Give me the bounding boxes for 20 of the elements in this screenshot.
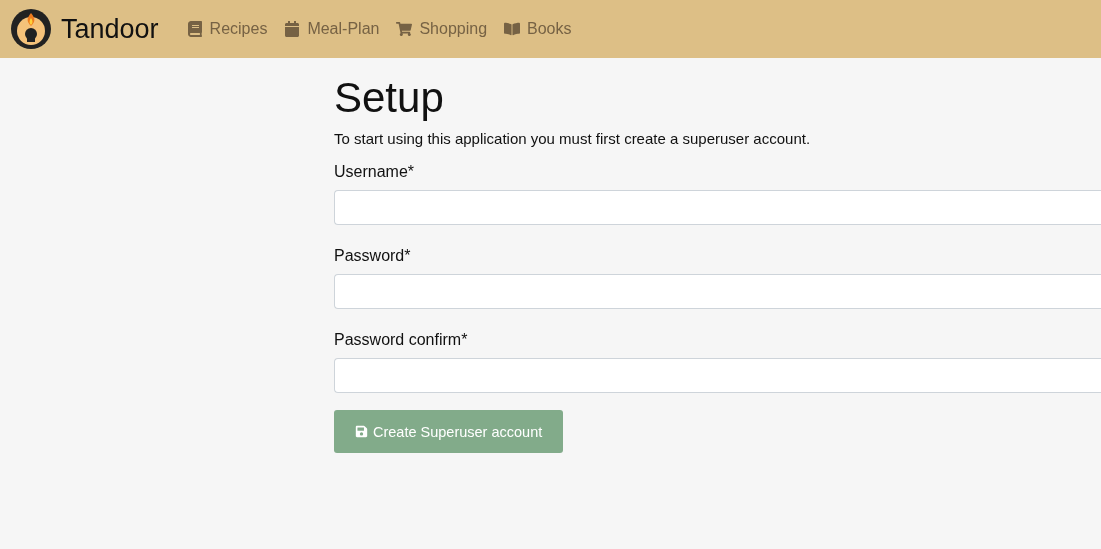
field-label: Password confirm* [334,331,469,349]
cart-icon [396,21,413,37]
page-title: Setup [334,74,445,122]
save-icon [355,425,368,438]
field-label: Password* [334,247,412,265]
brand-name: Tandoor [61,13,159,45]
open-book-icon [504,21,521,37]
logo-icon [11,9,51,49]
input-field[interactable] [334,190,1101,225]
calendar-icon [284,21,301,37]
book-icon [186,21,203,37]
create-account-button[interactable]: Create Superuser account [334,410,564,453]
input-field[interactable] [334,358,1101,393]
nav-link[interactable]: Books [504,20,572,38]
intro-text: To start using this application you must first create a superuser account. [334,130,812,147]
input-field[interactable] [334,274,1101,309]
nav-link[interactable]: Recipes [186,20,268,38]
field-label: Username* [334,163,416,181]
nav-link[interactable]: Shopping [396,20,488,38]
nav-link[interactable]: Meal-Plan [284,20,380,38]
